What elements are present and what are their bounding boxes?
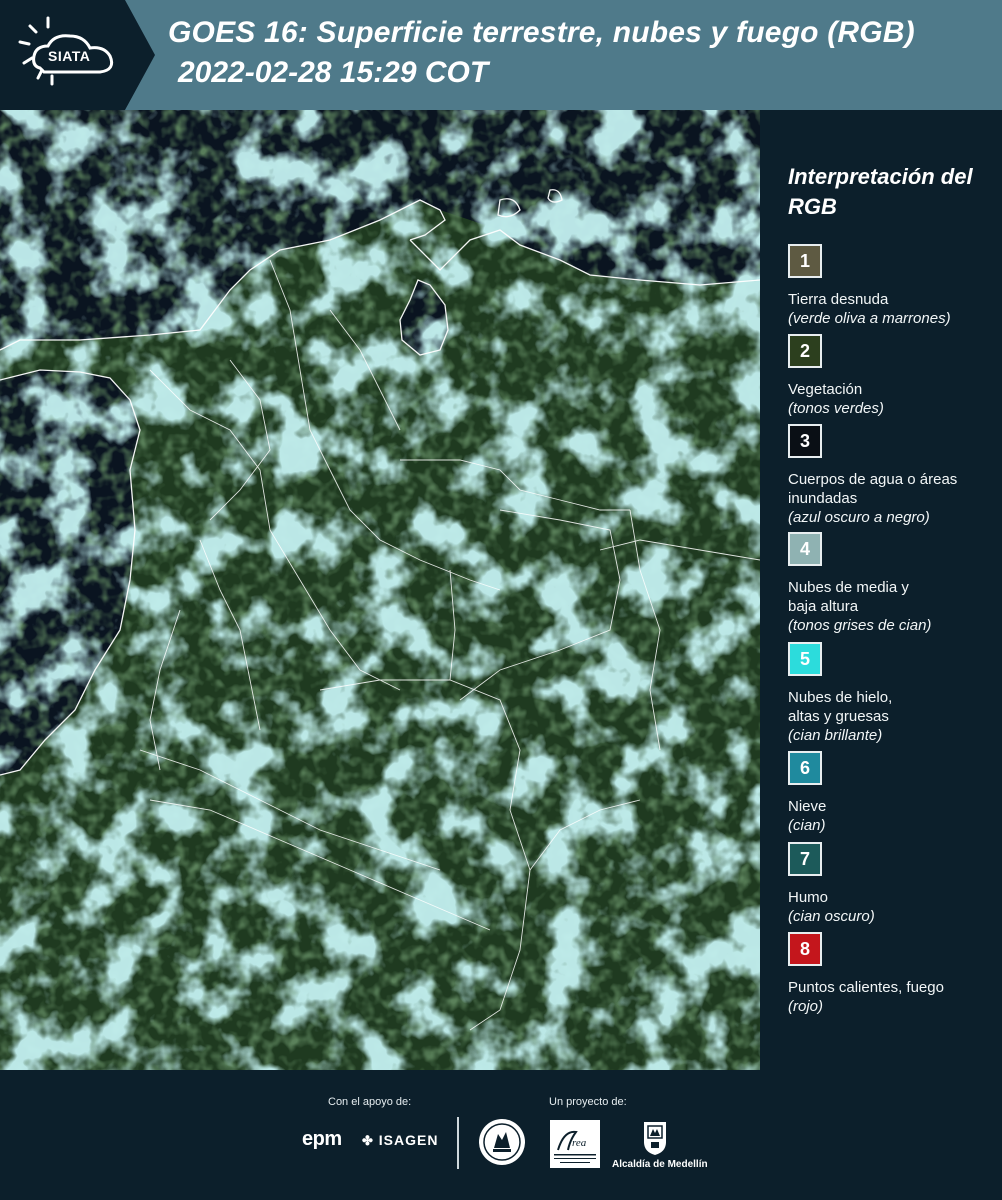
legend-number: 8: [799, 938, 810, 959]
legend-swatch-3: 3: [788, 424, 822, 458]
legend-label: Nieve: [788, 798, 827, 815]
legend-label: Puntos calientes, fuego: [788, 979, 944, 996]
area-metropolitana-icon: rea: [554, 1130, 596, 1163]
legend-number: 2: [799, 340, 810, 361]
legend-note: (rojo): [788, 998, 824, 1015]
legend-item-ice-clouds: 5 Nubes de hielo, altas y gruesas (cian …: [788, 642, 998, 745]
isagen-label: ISAGEN: [378, 1132, 439, 1148]
legend-number: 7: [799, 848, 810, 869]
isagen-logo: ✤ ISAGEN: [362, 1132, 438, 1149]
legend-swatch-4: 4: [788, 532, 822, 566]
legend-swatch-1: 1: [788, 244, 822, 278]
legend-swatch-6: 6: [788, 751, 822, 785]
legend-panel: Interpretación del RGB 1 Tierra desnuda …: [760, 110, 1002, 1070]
alcaldia-label: Alcaldía de Medellín: [612, 1159, 708, 1170]
cloud-cover: [0, 110, 760, 1070]
legend-swatch-2: 2: [788, 334, 822, 368]
legend-title: Interpretación del RGB: [788, 164, 973, 219]
footer-bar: Con el apoyo de: Un proyecto de: epm ✤ I…: [0, 1070, 1002, 1200]
area-metropolitana-logo: rea: [550, 1120, 600, 1168]
legend-label: Nubes de media y baja altura: [788, 579, 909, 615]
legend-item-snow: 6 Nieve (cian): [788, 751, 998, 835]
satellite-map[interactable]: [0, 110, 760, 1070]
legend-item-bare-soil: 1 Tierra desnuda (verde oliva a marrones…: [788, 244, 998, 328]
legend-number: 5: [799, 648, 810, 669]
footer-divider: [457, 1117, 459, 1169]
legend-swatch-5: 5: [788, 642, 822, 676]
legend-number: 3: [799, 430, 810, 451]
legend-number: 4: [799, 538, 810, 559]
legend-number: 6: [799, 757, 810, 778]
header-bar: SIATA GOES 16: Superficie terrestre, nub…: [0, 0, 1002, 110]
legend-item-vegetation: 2 Vegetación (tonos verdes): [788, 334, 998, 418]
support-label: Con el apoyo de:: [328, 1096, 412, 1108]
legend-swatch-8: 8: [788, 932, 822, 966]
legend-swatch-7: 7: [788, 842, 822, 876]
legend-label: Nubes de hielo, altas y gruesas: [788, 689, 893, 725]
coat-of-arms-icon: [644, 1122, 666, 1155]
isagen-mark-icon: ✤: [362, 1133, 374, 1148]
legend-label: Tierra desnuda: [788, 291, 889, 308]
legend-note: (cian brillante): [788, 727, 883, 744]
epm-logo: epm: [302, 1128, 342, 1150]
svg-text:rea: rea: [572, 1137, 587, 1149]
project-label: Un proyecto de:: [549, 1096, 627, 1108]
seal-icon: [479, 1119, 525, 1165]
legend-item-water: 3 Cuerpos de agua o áreas inundadas (azu…: [788, 424, 998, 527]
legend-label: Cuerpos de agua o áreas inundadas: [788, 471, 958, 507]
legend-note: (tonos grises de cian): [788, 617, 932, 634]
legend-item-low-clouds: 4 Nubes de media y baja altura (tonos gr…: [788, 532, 998, 635]
legend-label: Vegetación: [788, 381, 863, 398]
page-title: GOES 16: Superficie terrestre, nubes y f…: [168, 16, 915, 49]
legend-number: 1: [799, 250, 810, 271]
legend-note: (cian): [788, 817, 826, 834]
legend-label: Humo: [788, 889, 829, 906]
legend-item-hotspots: 8 Puntos calientes, fuego (rojo): [788, 932, 998, 1016]
page-timestamp: 2022-02-28 15:29 COT: [178, 56, 489, 89]
legend-note: (azul oscuro a negro): [788, 509, 930, 526]
legend-item-smoke: 7 Humo (cian oscuro): [788, 842, 998, 926]
siata-logo: SIATA: [0, 0, 155, 110]
legend-note: (cian oscuro): [788, 908, 875, 925]
legend-note: (tonos verdes): [788, 400, 884, 417]
legend-note: (verde oliva a marrones): [788, 310, 951, 327]
logo-text: SIATA: [48, 48, 91, 64]
